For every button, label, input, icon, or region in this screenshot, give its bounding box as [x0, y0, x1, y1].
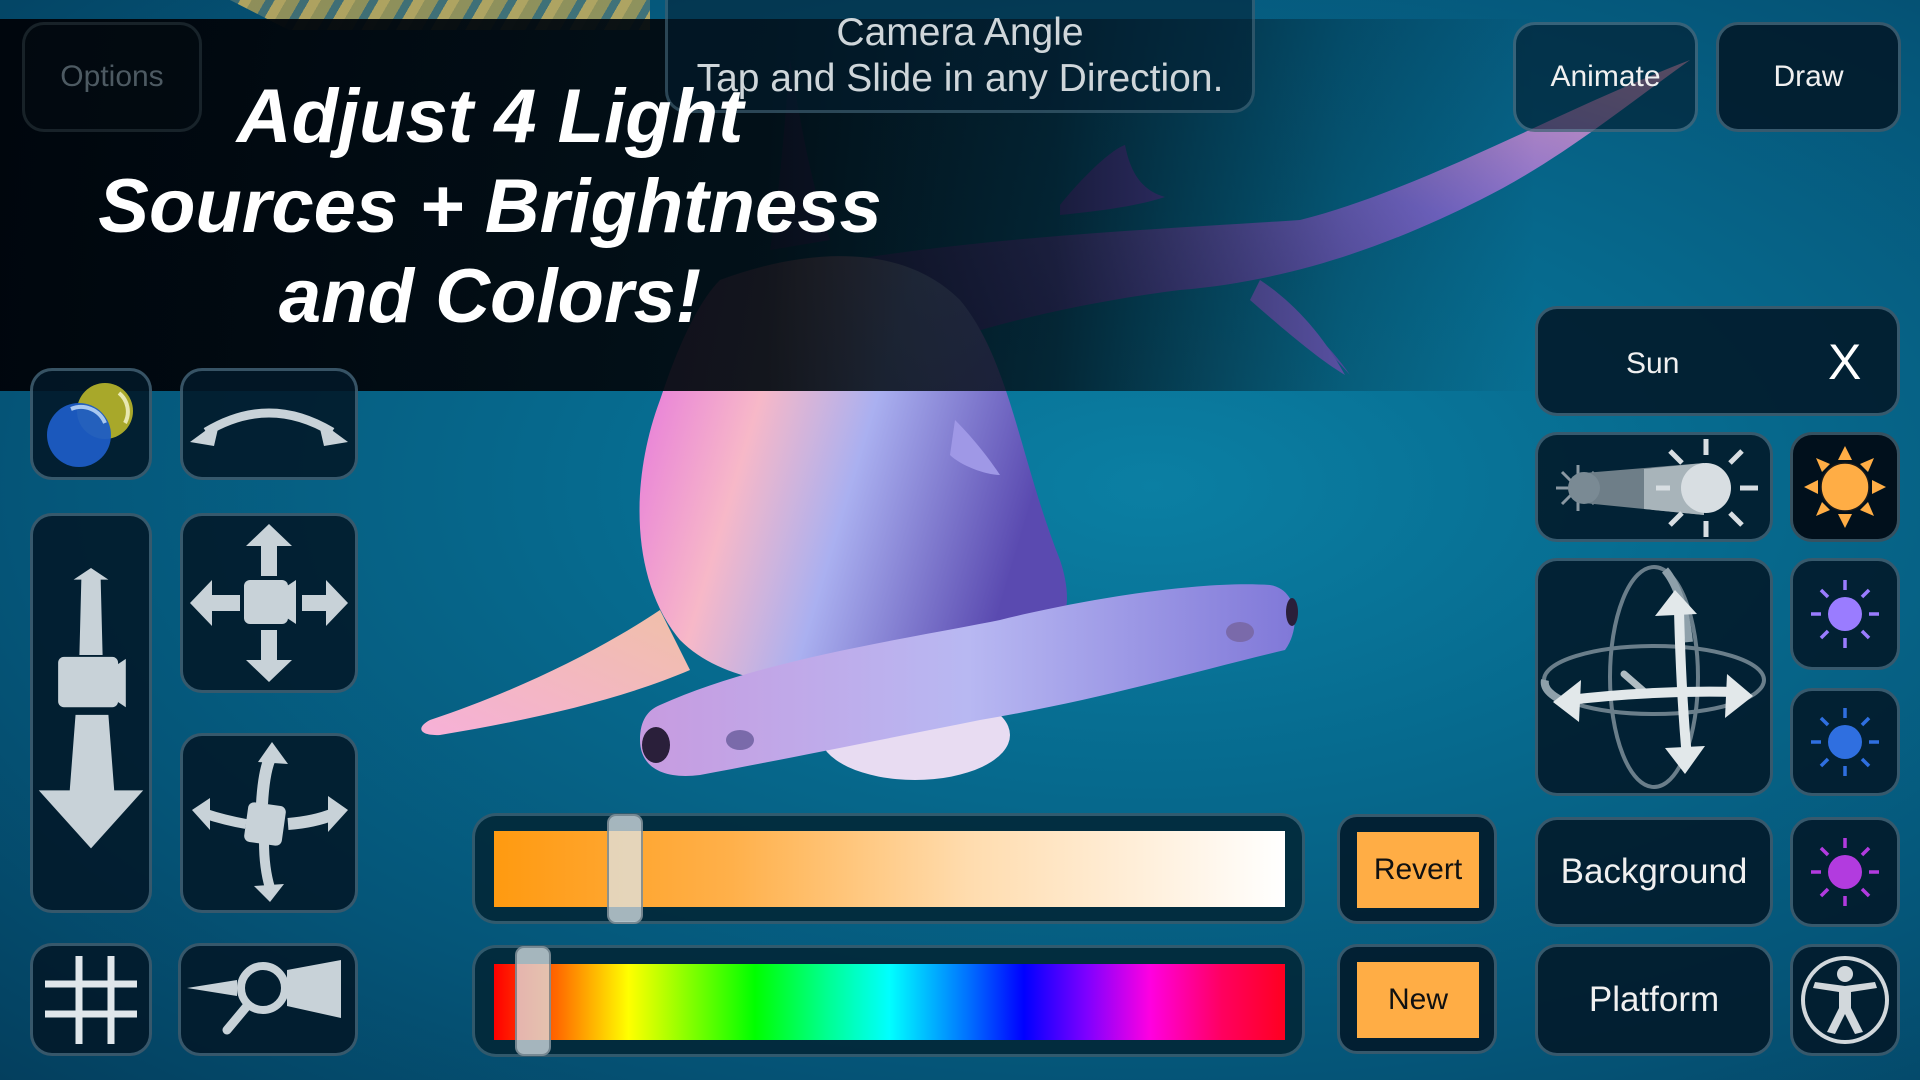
animate-button[interactable]: Animate — [1513, 22, 1698, 132]
sun-core — [1828, 855, 1862, 889]
headline-line-2: Sources + Brightness — [98, 164, 882, 249]
grid-button[interactable] — [30, 943, 152, 1056]
hue-slider-thumb[interactable] — [514, 946, 551, 1056]
sun-ray — [1860, 588, 1871, 599]
dolly-button[interactable] — [30, 513, 152, 913]
sun-light-icon — [1804, 446, 1886, 528]
pan-button[interactable] — [180, 513, 358, 693]
light-sources-button[interactable] — [30, 368, 152, 480]
purple-light-icon — [1811, 580, 1879, 648]
sun-ray — [1819, 588, 1830, 599]
rotate-light-button[interactable] — [1535, 558, 1773, 796]
light-select-4[interactable] — [1790, 817, 1900, 927]
sun-ray — [1860, 846, 1871, 857]
camera-pan-icon — [190, 524, 348, 682]
sun-ray — [1819, 716, 1830, 727]
light-select-sun[interactable] — [1790, 432, 1900, 542]
human-figure-icon — [1801, 956, 1889, 1044]
orbit-button[interactable] — [180, 733, 358, 913]
info-title: Camera Angle — [836, 11, 1084, 54]
sun-ray — [1860, 629, 1871, 640]
magnify-zoom-icon — [187, 959, 341, 1034]
sun-ray — [1819, 757, 1830, 768]
blue-light-icon — [1811, 708, 1879, 776]
figure-button[interactable] — [1790, 944, 1900, 1056]
sun-core — [1828, 725, 1862, 759]
sun-ray — [1860, 757, 1871, 768]
brightness-slider-thumb[interactable] — [606, 814, 643, 924]
rotate-light-icon — [1540, 565, 1766, 789]
sun-ray — [1860, 716, 1871, 727]
brightness-button[interactable] — [1535, 432, 1773, 542]
background-label: Background — [1560, 852, 1748, 891]
magenta-light-icon — [1811, 838, 1879, 906]
sun-ray — [1819, 629, 1830, 640]
hue-slider-track[interactable] — [494, 964, 1285, 1040]
revert-button[interactable]: Revert — [1357, 832, 1479, 908]
light-select-2[interactable] — [1790, 558, 1900, 670]
draw-button[interactable]: Draw — [1716, 22, 1901, 132]
new-button-frame: New — [1337, 944, 1497, 1054]
camera-orbit-icon — [192, 742, 348, 902]
grid-icon — [45, 955, 137, 1044]
sun-ray — [1860, 887, 1871, 898]
draw-label: Draw — [1773, 60, 1844, 93]
headline-line-3: and Colors! — [278, 254, 702, 339]
hue-slider[interactable] — [472, 945, 1305, 1057]
light-select-3[interactable] — [1790, 688, 1900, 796]
promo-headline: Adjust 4 Light Sources + Brightness and … — [40, 72, 940, 342]
camera-dolly-icon — [38, 568, 144, 849]
light-balls-icon — [47, 383, 133, 467]
revert-button-frame: Revert — [1337, 814, 1497, 924]
background-button[interactable]: Background — [1535, 817, 1773, 927]
animate-label: Animate — [1550, 60, 1661, 93]
close-button[interactable]: X — [1828, 333, 1861, 391]
light-name-label: Sun — [1626, 347, 1680, 380]
curved-arrow-icon — [190, 408, 348, 446]
brightness-slider[interactable] — [472, 813, 1305, 924]
platform-label: Platform — [1588, 980, 1720, 1019]
new-button[interactable]: New — [1357, 962, 1479, 1038]
sun-ray — [1819, 846, 1830, 857]
light-name-panel: Sun X — [1535, 306, 1900, 416]
brightness-slider-icon — [1556, 439, 1758, 537]
sun-core — [1828, 597, 1862, 631]
zoom-button[interactable] — [178, 943, 358, 1056]
headline-line-1: Adjust 4 Light — [236, 74, 744, 159]
sun-ray — [1819, 887, 1830, 898]
platform-button[interactable]: Platform — [1535, 944, 1773, 1056]
arc-rotate-button[interactable] — [180, 368, 358, 480]
